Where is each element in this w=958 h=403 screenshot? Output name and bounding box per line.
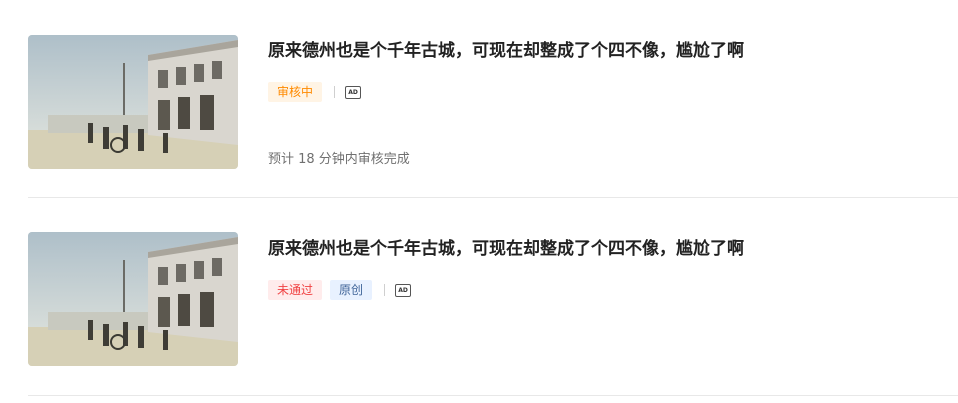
article-item[interactable]: 原来德州也是个千年古城，可现在却整成了个四不像，尴尬了啊 未通过 原创 AD <box>28 198 958 396</box>
status-badge-rejected: 未通过 <box>268 280 323 300</box>
article-tags: 未通过 原创 AD <box>268 279 412 301</box>
review-eta-text: 预计 18 分钟内审核完成 <box>268 152 410 167</box>
street-scene-image <box>28 35 238 169</box>
article-thumbnail[interactable] <box>28 232 238 366</box>
original-badge: 原创 <box>330 280 373 300</box>
article-thumbnail[interactable] <box>28 35 238 169</box>
street-scene-image <box>28 232 238 366</box>
article-tags: 审核中 AD <box>268 81 362 103</box>
article-title[interactable]: 原来德州也是个千年古城，可现在却整成了个四不像，尴尬了啊 <box>268 40 744 62</box>
tag-divider <box>384 284 386 296</box>
ad-icon: AD <box>345 85 362 99</box>
article-title[interactable]: 原来德州也是个千年古城，可现在却整成了个四不像，尴尬了啊 <box>268 238 744 260</box>
tag-divider <box>334 86 336 98</box>
article-item[interactable]: 原来德州也是个千年古城，可现在却整成了个四不像，尴尬了啊 审核中 AD 预计 1… <box>28 0 958 198</box>
ad-icon: AD <box>395 283 412 297</box>
status-badge-pending: 审核中 <box>268 82 323 102</box>
